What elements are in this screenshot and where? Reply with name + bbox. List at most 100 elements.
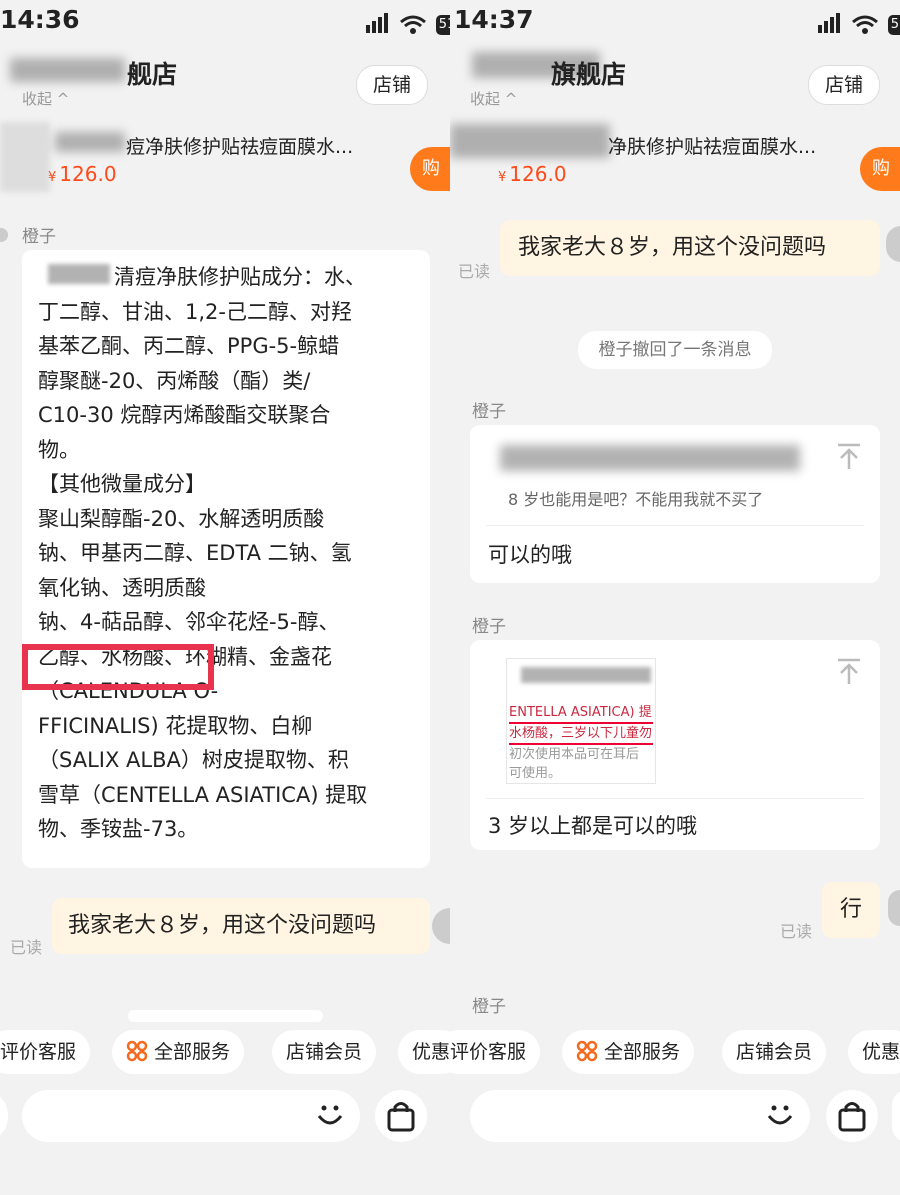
photo-text-line: ENTELLA ASIATICA) 提 bbox=[509, 703, 653, 724]
photo-text-line: 可使用。 bbox=[509, 766, 562, 781]
sender-name: 橙子 bbox=[472, 617, 506, 637]
bag-icon bbox=[387, 1102, 415, 1132]
sender-name: 橙子 bbox=[472, 402, 506, 422]
shop-title: 旗舰店 bbox=[551, 60, 627, 89]
service-tabs: 评价客服 全部服务 店铺会员 优惠 bbox=[0, 1030, 450, 1076]
message-input[interactable] bbox=[22, 1090, 360, 1142]
product-title: 痘净肤修护贴祛痘面膜水... bbox=[126, 136, 354, 158]
product-title: 净肤修护贴祛痘面膜水... bbox=[608, 136, 817, 158]
blurred-product-image bbox=[450, 124, 610, 158]
label-photo[interactable]: ENTELLA ASIATICA) 提水杨酸，三岁以下儿童勿初次使用本品可在耳后… bbox=[506, 658, 656, 784]
ingredient-text: 清痘净肤修护贴成分：水、 丁二醇、甘油、1,2-己二醇、对羟 基苯乙酮、丙二醇、PP… bbox=[22, 250, 430, 857]
status-bar: 14:36 51 bbox=[0, 0, 450, 38]
my-message: 我家老大８岁，用这个没问题吗 bbox=[500, 220, 880, 276]
buy-button[interactable]: 购 bbox=[410, 147, 450, 191]
shop-button[interactable]: 店铺 bbox=[808, 65, 880, 105]
ingredient-line: 【其他微量成分】 bbox=[38, 472, 206, 496]
left-chat-screenshot: 14:36 51 舰店 收起 ^ 店铺 痘净肤修护贴祛痘面膜水... ¥126.… bbox=[0, 0, 450, 1195]
photo-text: ENTELLA ASIATICA) 提水杨酸，三岁以下儿童勿初次使用本品可在耳后… bbox=[509, 703, 653, 781]
share-icon[interactable] bbox=[836, 443, 862, 471]
ingredient-line: 钠、4-萜品醇、邻伞花烃-5-醇、 bbox=[38, 610, 340, 634]
read-receipt: 已读 bbox=[458, 262, 491, 281]
shop-button[interactable]: 店铺 bbox=[356, 65, 428, 105]
grid-icon bbox=[126, 1040, 148, 1062]
blurred-shop-name bbox=[10, 58, 125, 82]
collapse-button[interactable]: 收起 ^ bbox=[22, 88, 69, 109]
reply-text: 3 岁以上都是可以的哦 bbox=[488, 814, 698, 838]
ingredient-line: 物。 bbox=[38, 437, 80, 462]
signal-icon bbox=[818, 10, 842, 39]
tab-discount[interactable]: 优惠 bbox=[398, 1030, 450, 1074]
ingredient-line: 氧化钠、透明质酸 bbox=[38, 575, 206, 600]
avatar bbox=[0, 228, 8, 242]
ingredient-line: 雪草（CENTELLA ASIATICA) 提取 bbox=[38, 782, 368, 807]
cart-button[interactable] bbox=[826, 1090, 878, 1142]
image-reply-message: ENTELLA ASIATICA) 提水杨酸，三岁以下儿童勿初次使用本品可在耳后… bbox=[470, 640, 880, 850]
cart-button[interactable] bbox=[375, 1090, 427, 1142]
status-time: 14:37 bbox=[454, 5, 534, 34]
message-input[interactable] bbox=[470, 1090, 810, 1142]
sender-name: 橙子 bbox=[22, 227, 56, 247]
photo-text-line: 初次使用本品可在耳后 bbox=[509, 747, 640, 762]
bag-icon bbox=[838, 1102, 866, 1132]
my-message: 行 bbox=[822, 882, 880, 938]
right-chat-screenshot: 14:37 51 旗舰店 收起 ^ 店铺 净肤修护贴祛痘面膜水... ¥126.… bbox=[450, 0, 900, 1195]
recall-notice: 橙子撤回了一条消息 bbox=[578, 331, 772, 369]
emoji-icon[interactable] bbox=[764, 1098, 796, 1132]
ingredient-line: 基苯乙酮、丙二醇、PPG-5-鲸蜡 bbox=[38, 334, 340, 358]
sender-name: 橙子 bbox=[472, 997, 506, 1017]
photo-text-line: 水杨酸，三岁以下儿童勿 bbox=[509, 724, 653, 745]
signal-icon bbox=[366, 10, 390, 39]
tab-all-services[interactable]: 全部服务 bbox=[112, 1030, 245, 1074]
tab-discount[interactable]: 优惠 bbox=[848, 1030, 900, 1074]
my-avatar bbox=[888, 890, 900, 926]
tab-membership[interactable]: 店铺会员 bbox=[722, 1030, 827, 1074]
service-tabs: 评价客服 全部服务 店铺会员 优惠 bbox=[450, 1030, 900, 1076]
emoji-icon[interactable] bbox=[314, 1098, 346, 1132]
ingredient-line: （SALIX ALBA）树皮提取物、积 bbox=[38, 748, 349, 772]
read-receipt: 已读 bbox=[10, 938, 43, 957]
battery-icon: 51 bbox=[888, 14, 900, 35]
message-fragment bbox=[128, 1010, 323, 1022]
product-card[interactable]: 痘净肤修护贴祛痘面膜水... ¥126.0 购 bbox=[0, 112, 450, 202]
my-message: 我家老大８岁，用这个没问题吗 bbox=[52, 898, 430, 954]
buy-button[interactable]: 购 bbox=[860, 147, 900, 191]
ingredient-line: FFICINALIS) 花提取物、白柳 bbox=[38, 713, 313, 738]
battery-icon: 51 bbox=[436, 14, 450, 35]
wifi-icon bbox=[852, 15, 878, 34]
highlight-box bbox=[22, 644, 214, 690]
ingredient-line: 聚山梨醇酯-20、水解透明质酸 bbox=[38, 506, 325, 531]
quote-reply-message: 8 岁也能用是吧？不能用我就不买了 可以的哦 bbox=[470, 425, 880, 583]
my-avatar bbox=[886, 226, 900, 262]
ingredient-line: C10-30 烷醇丙烯酸酯交联聚合 bbox=[38, 403, 331, 427]
status-bar: 14:37 51 bbox=[450, 0, 900, 38]
tab-membership[interactable]: 店铺会员 bbox=[272, 1030, 377, 1074]
wifi-icon bbox=[400, 15, 426, 34]
product-price: ¥126.0 bbox=[498, 162, 567, 186]
tab-all-services[interactable]: 全部服务 bbox=[562, 1030, 695, 1074]
status-time: 14:36 bbox=[0, 5, 80, 34]
blurred-photo-header bbox=[521, 667, 651, 683]
blurred-product-name bbox=[55, 132, 125, 152]
divider bbox=[486, 525, 864, 526]
ingredient-line: 醇聚醚-20、丙烯酸（酯）类/ bbox=[38, 368, 311, 393]
tab-reviews[interactable]: 评价客服 bbox=[0, 1030, 91, 1074]
read-receipt: 已读 bbox=[780, 922, 813, 941]
shop-title: 舰店 bbox=[127, 60, 178, 89]
reply-text: 可以的哦 bbox=[488, 543, 572, 567]
voice-button[interactable] bbox=[0, 1090, 8, 1142]
grid-icon bbox=[576, 1040, 598, 1062]
ingredients-message: 清痘净肤修护贴成分：水、 丁二醇、甘油、1,2-己二醇、对羟 基苯乙酮、丙二醇、PP… bbox=[22, 250, 430, 868]
blurred-quote-header bbox=[500, 445, 800, 471]
product-price: ¥126.0 bbox=[48, 162, 117, 186]
quoted-text: 8 岁也能用是吧？不能用我就不买了 bbox=[508, 490, 764, 509]
product-card[interactable]: 净肤修护贴祛痘面膜水... ¥126.0 购 bbox=[450, 112, 900, 202]
product-image bbox=[0, 122, 50, 192]
collapse-button[interactable]: 收起 ^ bbox=[470, 88, 517, 109]
my-avatar bbox=[432, 908, 450, 944]
ingredient-line: 钠、甲基丙二醇、EDTA 二钠、氢 bbox=[38, 541, 352, 565]
voice-button[interactable] bbox=[892, 1090, 900, 1142]
ingredient-line: 物、季铵盐-73。 bbox=[38, 817, 199, 841]
share-icon[interactable] bbox=[836, 658, 862, 686]
tab-reviews[interactable]: 评价客服 bbox=[450, 1030, 541, 1074]
